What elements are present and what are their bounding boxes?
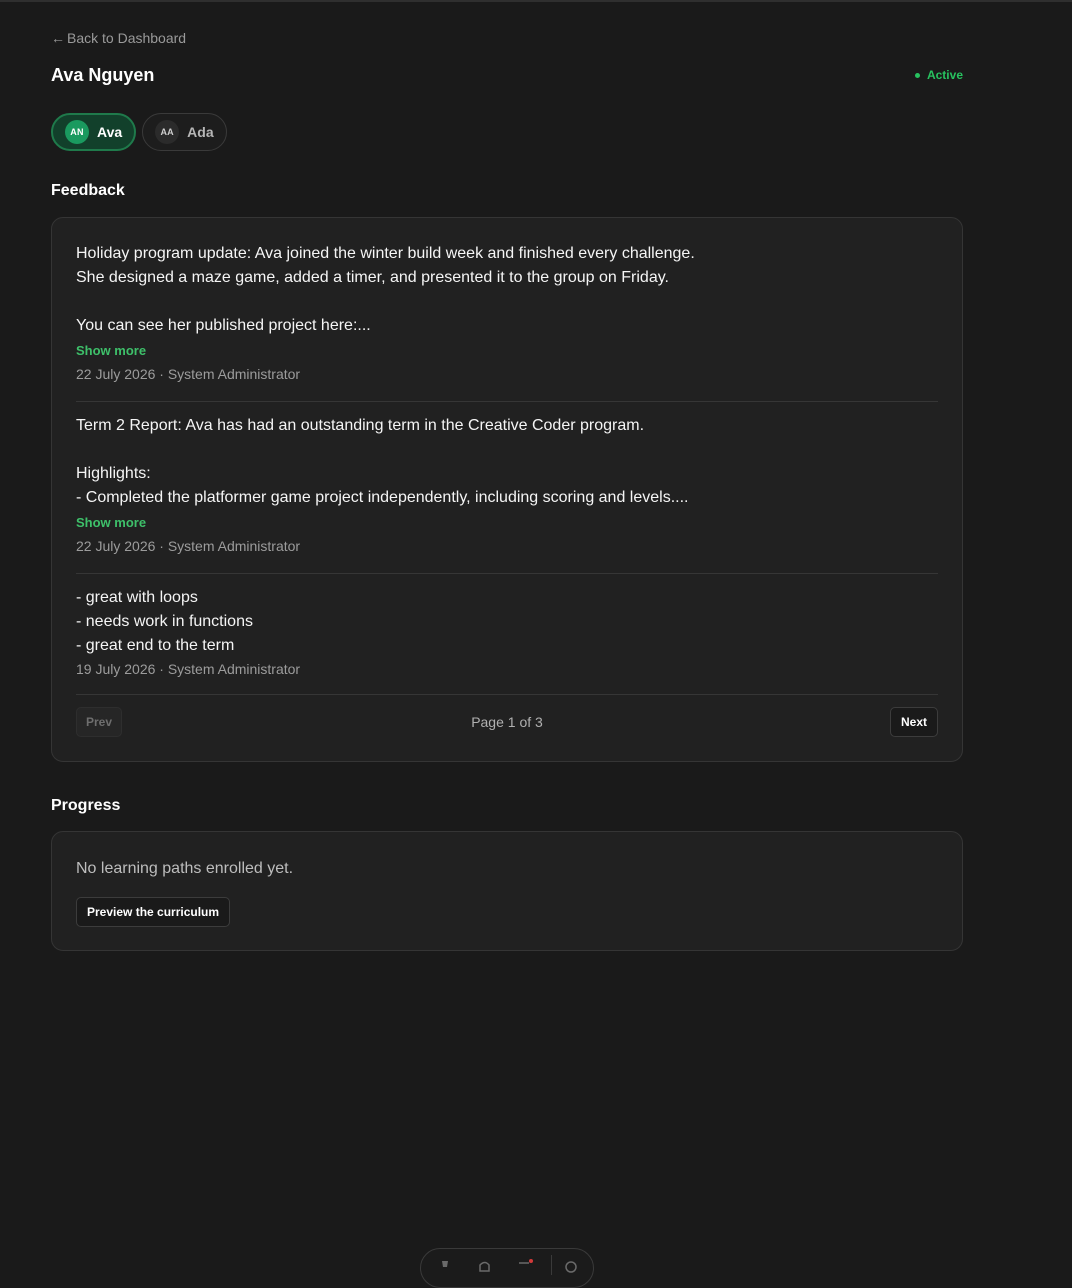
feedback-entry-body: - great with loops - needs work in funct…	[76, 589, 253, 654]
bottom-toolbar	[420, 1248, 594, 1288]
feedback-heading: Feedback	[51, 182, 125, 199]
status-badge: Active	[914, 68, 963, 82]
student-chip-label: Ada	[187, 124, 214, 140]
student-chip-ada[interactable]: AA Ada	[142, 113, 227, 151]
progress-card: No learning paths enrolled yet. Preview …	[51, 831, 963, 951]
feedback-entry: - great with loops - needs work in funct…	[76, 586, 938, 677]
feedback-entry-meta: 22 July 2026 · System Administrator	[76, 538, 301, 554]
student-chip-label: Ava	[97, 124, 123, 140]
page-indicator: Page 1 of 3	[471, 714, 543, 730]
left-arrow-icon: ←	[51, 30, 65, 46]
avatar: AA	[155, 120, 180, 144]
feedback-divider	[76, 401, 938, 402]
preview-curriculum-button[interactable]: Preview the curriculum	[76, 897, 231, 927]
show-more-button[interactable]: Show more	[76, 515, 146, 530]
feedback-entry-meta: 19 July 2026 · System Administrator	[76, 661, 301, 677]
feedback-card: Holiday program update: Ava joined the w…	[51, 217, 963, 762]
menu-icon[interactable]	[517, 1259, 533, 1273]
pin-icon[interactable]	[437, 1259, 453, 1273]
feedback-divider	[76, 573, 938, 574]
progress-empty-text: No learning paths enrolled yet.	[76, 860, 294, 877]
student-switcher: AN Ava AA Ada	[51, 113, 227, 151]
back-to-dashboard-link[interactable]: ← Back to Dashboard	[51, 30, 186, 46]
status-dot-icon	[914, 72, 920, 78]
feedback-divider	[76, 694, 938, 695]
feedback-entry-meta: 22 July 2026 · System Administrator	[76, 366, 301, 382]
show-more-button[interactable]: Show more	[76, 343, 146, 358]
feedback-entry: Term 2 Report: Ava has had an outstandin…	[76, 414, 938, 554]
feedback-entry-body: Holiday program update: Ava joined the w…	[76, 245, 695, 334]
toolbar-separator	[551, 1255, 552, 1275]
next-page-button[interactable]: Next	[890, 707, 938, 737]
student-chip-ava[interactable]: AN Ava	[51, 113, 137, 151]
gear-icon[interactable]	[563, 1259, 579, 1273]
top-border	[0, 0, 1072, 2]
page-title: Ava Nguyen	[51, 65, 155, 85]
avatar: AN	[65, 120, 89, 144]
hand-icon[interactable]	[477, 1259, 493, 1273]
feedback-entry: Holiday program update: Ava joined the w…	[76, 242, 938, 382]
status-label: Active	[926, 68, 963, 82]
back-link-label: Back to Dashboard	[67, 30, 187, 46]
feedback-entry-body: Term 2 Report: Ava has had an outstandin…	[76, 417, 689, 506]
progress-heading: Progress	[51, 797, 121, 814]
